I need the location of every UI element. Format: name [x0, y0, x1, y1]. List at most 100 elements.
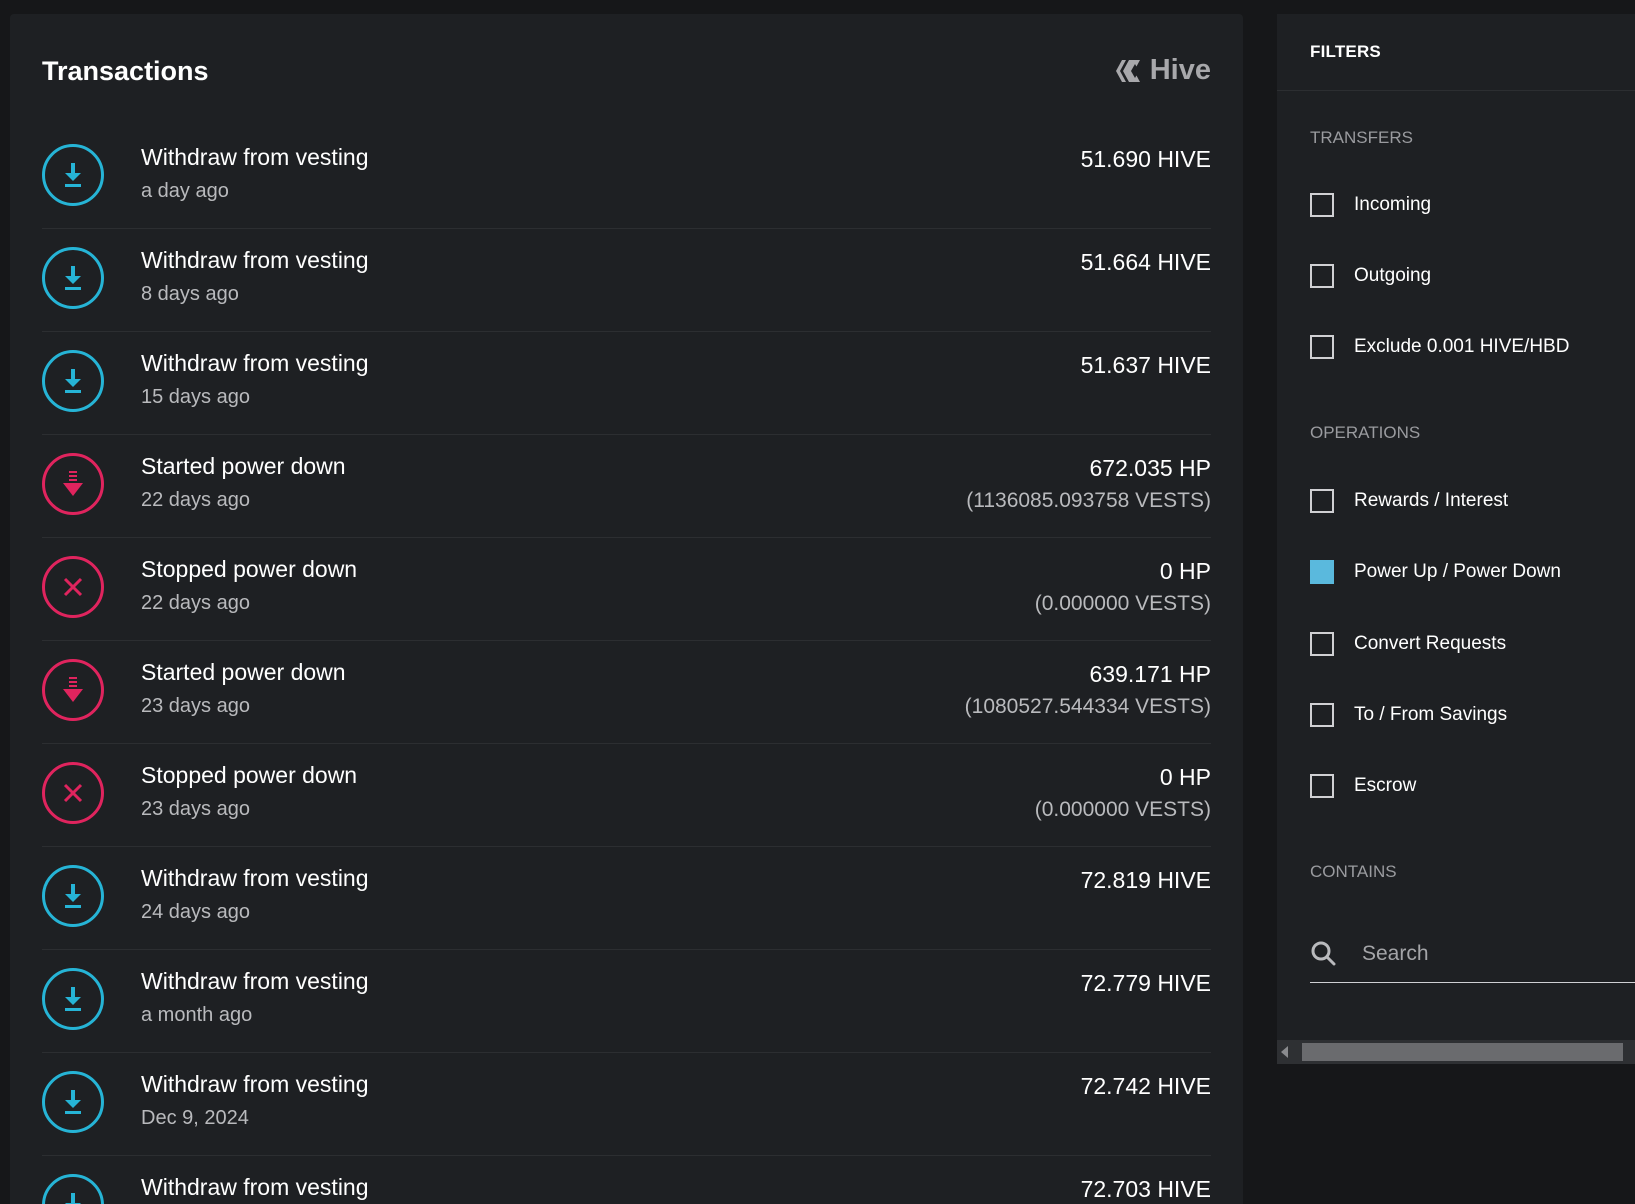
download-icon [42, 247, 104, 309]
filter-convert-requests[interactable]: Convert Requests [1310, 629, 1506, 659]
filter-label: Rewards / Interest [1354, 490, 1509, 511]
filter-label: Incoming [1354, 194, 1432, 215]
checkbox[interactable] [1310, 335, 1334, 359]
transaction-time: 22 days ago [141, 592, 250, 614]
checkbox[interactable] [1310, 193, 1334, 217]
download-icon [42, 968, 104, 1030]
checkbox[interactable] [1310, 774, 1334, 798]
transaction-row[interactable]: Withdraw from vesting Dec 9, 2024 72.742 H… [42, 1053, 1211, 1156]
transaction-label: Started power down [141, 659, 346, 685]
checkbox[interactable] [1310, 489, 1334, 513]
filter-escrow[interactable]: Escrow [1310, 771, 1416, 801]
transaction-amount: 51.690 HIVE [1080, 146, 1211, 172]
transaction-time: a month ago [141, 1004, 253, 1026]
filter-exclude-dust[interactable]: Exclude 0.001 HIVE/HBD [1310, 332, 1569, 362]
transaction-time: 23 days ago [141, 695, 250, 717]
download-icon [42, 350, 104, 412]
transaction-vests: (1080527.544334 VESTS) [964, 695, 1211, 718]
filter-rewards-interest[interactable]: Rewards / Interest [1310, 486, 1508, 516]
transaction-row[interactable]: Withdraw from vesting 15 days ago 51.637 H… [42, 332, 1211, 435]
filter-label: Escrow [1354, 775, 1417, 796]
close-icon [42, 556, 104, 618]
download-icon [42, 144, 104, 206]
transaction-amount: 0 HP [1159, 558, 1211, 584]
transaction-time: 23 days ago [141, 798, 250, 820]
transaction-label: Started power down [141, 453, 346, 479]
transactions-card: Transactions Hive Withdraw from vesting a… [10, 14, 1243, 1204]
transaction-time: 24 days ago [141, 901, 250, 923]
search-field[interactable] [1310, 926, 1635, 983]
filter-label: Power Up / Power Down [1354, 561, 1561, 582]
transaction-time: 22 days ago [141, 489, 250, 511]
search-input[interactable] [1360, 936, 1614, 972]
scroll-left-arrow-icon[interactable] [1281, 1046, 1288, 1058]
transaction-amount: 72.703 HIVE [1080, 1176, 1211, 1202]
transaction-label: Withdraw from vesting [141, 968, 369, 994]
wallet-page: Transactions Hive Withdraw from vesting a… [0, 0, 1635, 1204]
checkbox-checked[interactable] [1310, 560, 1334, 584]
filters-panel: FILTERS TRANSFERS Incoming Outgoing Excl… [1277, 14, 1635, 1064]
search-icon [1311, 941, 1336, 966]
horizontal-scrollbar[interactable] [1277, 1040, 1635, 1064]
hive-brand: Hive [1113, 54, 1211, 87]
transaction-row[interactable]: Withdraw from vesting 24 days ago 72.819 H… [42, 847, 1211, 950]
transaction-label: Stopped power down [141, 762, 358, 788]
transaction-vests: (0.000000 VESTS) [1034, 798, 1211, 821]
transaction-label: Withdraw from vesting [141, 865, 369, 891]
checkbox[interactable] [1310, 632, 1334, 656]
power-down-icon [42, 453, 104, 515]
transactions-header: Transactions Hive [42, 54, 1211, 116]
close-icon [42, 762, 104, 824]
transaction-vests: (1136085.093758 VESTS) [966, 489, 1211, 512]
filter-label: Exclude 0.001 HIVE/HBD [1354, 336, 1570, 357]
filters-header: FILTERS [1277, 14, 1635, 91]
scrollbar-thumb[interactable] [1302, 1043, 1623, 1061]
power-down-icon [42, 659, 104, 721]
transaction-amount: 51.637 HIVE [1080, 352, 1211, 378]
filter-label: Convert Requests [1354, 633, 1507, 654]
transaction-label: Withdraw from vesting [141, 247, 369, 273]
transaction-amount: 72.779 HIVE [1080, 970, 1211, 996]
section-title-contains: CONTAINS [1310, 862, 1397, 881]
checkbox[interactable] [1310, 703, 1334, 727]
transaction-time: 15 days ago [141, 386, 250, 408]
download-icon [42, 1174, 104, 1204]
transactions-list: Withdraw from vesting a day ago 51.690 HIV… [42, 126, 1211, 1204]
filters-title: FILTERS [1310, 42, 1381, 61]
download-icon [42, 865, 104, 927]
transaction-time: a day ago [141, 180, 229, 202]
transaction-amount: 72.742 HIVE [1080, 1073, 1211, 1099]
transaction-time: Dec 9, 2024 [141, 1107, 249, 1129]
filter-power-up-down[interactable]: Power Up / Power Down [1310, 557, 1561, 587]
transaction-row[interactable]: Withdraw from vesting 8 days ago 51.664 HI… [42, 229, 1211, 332]
transaction-row[interactable]: Withdraw from vesting a month ago 72.779 H… [42, 950, 1211, 1053]
transaction-amount: 639.171 HP [1089, 661, 1211, 687]
transaction-label: Stopped power down [141, 556, 358, 582]
hive-brand-label: Hive [1149, 54, 1211, 86]
transaction-row[interactable]: Started power down 22 days ago 672.035 HP (… [42, 435, 1211, 538]
page-title: Transactions [42, 56, 209, 86]
checkbox[interactable] [1310, 264, 1334, 288]
filter-incoming[interactable]: Incoming [1310, 190, 1431, 220]
transaction-label: Withdraw from vesting [141, 1071, 369, 1097]
transaction-row[interactable]: Stopped power down 22 days ago 0 HP (0.0000… [42, 538, 1211, 641]
section-title-transfers: TRANSFERS [1310, 128, 1413, 147]
transaction-amount: 672.035 HP [1089, 455, 1211, 481]
transaction-amount: 0 HP [1159, 764, 1211, 790]
transaction-time: 8 days ago [141, 283, 239, 305]
transaction-row[interactable]: Withdraw from vestingDec 2, 202472.703 H… [42, 1156, 1211, 1204]
filter-label: To / From Savings [1354, 704, 1508, 725]
filter-outgoing[interactable]: Outgoing [1310, 261, 1431, 291]
transaction-row[interactable]: Stopped power down 23 days ago 0 HP (0.0000… [42, 744, 1211, 847]
filter-savings[interactable]: To / From Savings [1310, 700, 1507, 730]
transaction-label: Withdraw from vesting [141, 144, 369, 170]
download-icon [42, 1071, 104, 1133]
transaction-label: Withdraw from vesting [141, 350, 369, 376]
transaction-row[interactable]: Started power down 23 days ago 639.171 HP (… [42, 641, 1211, 744]
transaction-label: Withdraw from vesting [141, 1174, 369, 1200]
transaction-amount: 51.664 HIVE [1080, 249, 1211, 275]
transaction-amount: 72.819 HIVE [1080, 867, 1211, 893]
transaction-row[interactable]: Withdraw from vesting a day ago 51.690 HIV… [42, 126, 1211, 229]
filter-label: Outgoing [1354, 265, 1432, 286]
section-title-operations: OPERATIONS [1310, 423, 1421, 442]
